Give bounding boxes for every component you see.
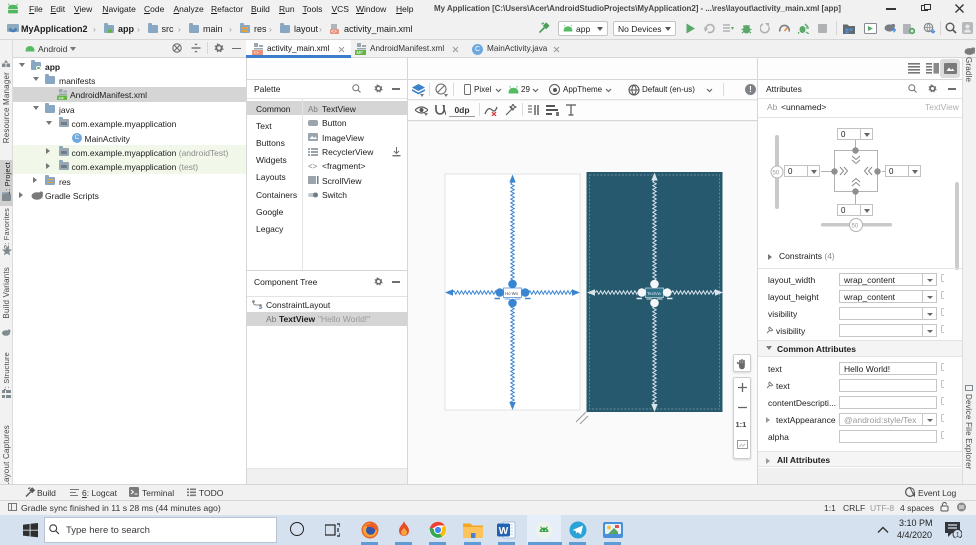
svg-text:Ab: Ab xyxy=(308,105,318,114)
svg-text:1: 1 xyxy=(956,532,960,538)
svg-text:<>: <> xyxy=(331,29,337,34)
svg-text:Ho Wo: Ho Wo xyxy=(505,291,519,296)
svg-text:MF: MF xyxy=(59,96,65,101)
svg-text:50: 50 xyxy=(773,171,780,177)
svg-text:50: 50 xyxy=(852,224,859,230)
svg-text:<>: <> xyxy=(254,50,260,55)
svg-text:MF: MF xyxy=(357,50,364,55)
svg-text:<>: <> xyxy=(308,162,318,171)
svg-text:TextVw: TextVw xyxy=(647,291,662,296)
svg-text:W: W xyxy=(499,526,509,537)
